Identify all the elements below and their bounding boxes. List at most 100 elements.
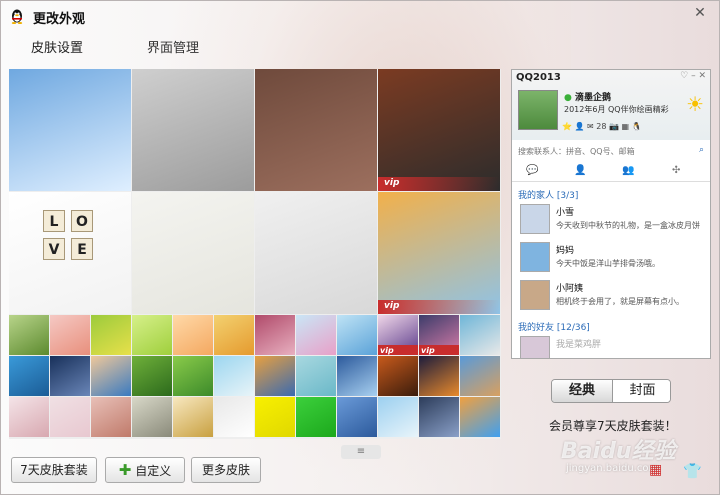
skin-thumb-small[interactable] [91,315,131,355]
close-button[interactable]: ✕ [689,4,711,22]
skin-thumb-small[interactable] [173,397,213,437]
skin-thumb-small[interactable] [9,315,49,355]
skin-thumb-small[interactable] [132,356,172,396]
skin-thumb-small[interactable] [460,397,500,437]
bottom-icons: ▦ 👕 [649,462,709,482]
skin-thumb-small[interactable] [296,356,336,396]
skin-thumb-small[interactable] [337,397,377,437]
skin-thumb-running-silhouettes[interactable] [132,69,254,191]
chat-tab-icon: 💬 [526,165,539,176]
tshirt-icon[interactable]: 👕 [683,462,702,480]
skin-thumb-small[interactable] [255,315,295,355]
letter-tile: V [43,238,65,260]
skin-thumb-sketch-girl[interactable] [132,192,254,314]
contact-item: 我是菜鸡胖 [520,336,706,358]
watermark-logo: Baidu经验 [561,439,676,464]
skin-thumb-small[interactable] [91,356,131,396]
skin-thumb-small[interactable] [9,356,49,396]
preview-avatar [518,90,558,130]
gift-icon[interactable]: ▦ [649,462,662,478]
skin-thumb-small[interactable] [255,356,295,396]
skin-thumb-small[interactable] [132,397,172,437]
preview-toolbar-icons: ⭐ 👤 ✉ 28 📷 ▦ 🐧 [562,122,642,131]
preview-tabs: 💬 👤 👥 ✣ [512,162,710,182]
skin-thumb-small[interactable] [296,315,336,355]
tab-skin-settings[interactable]: 皮肤设置 [31,37,83,61]
skin-thumb-small[interactable] [214,356,254,396]
preview-search-input: 搜索联系人：拼音、QQ号、邮箱 [518,147,635,156]
classic-mode-button[interactable]: 经典 [552,380,612,402]
preview-header: QQ2013 ♡ – ✕ ● 滴墨企鹅 2012年6月 QQ伴你绘画精彩 ⭐ 👤… [512,70,710,140]
skin-thumb-small[interactable] [337,315,377,355]
skin-thumb-love-tiles[interactable]: LOVE [9,192,131,314]
group-tab-icon: 👥 [622,165,635,176]
skin-preview: QQ2013 ♡ – ✕ ● 滴墨企鹅 2012年6月 QQ伴你绘画精彩 ⭐ 👤… [511,69,711,359]
preview-nickname: ● 滴墨企鹅 [564,93,612,103]
expand-handle[interactable]: ≡ [341,445,381,459]
custom-skin-button[interactable]: ✚ 自定义 [105,457,185,483]
skin-thumb-small[interactable] [50,397,90,437]
weather-sun-icon: ☀ [686,92,704,116]
skin-thumb-sky-clouds[interactable] [9,69,131,191]
search-icon: ⌕ [698,145,704,155]
group-friends: 我的好友 [12/36] [518,323,590,333]
watermark-url: jingyan.baidu.com [566,463,659,474]
custom-skin-label: 自定义 [135,464,172,478]
skin-thumb-small[interactable] [50,315,90,355]
skin-thumb-small[interactable] [378,397,418,437]
title-bar: 更改外观 ✕ [1,1,719,31]
contact-avatar [520,336,550,358]
skin-thumb-small[interactable] [50,356,90,396]
contact-message: 今天收到中秋节的礼物，是一盒冰皮月饼 [556,221,700,230]
skin-thumb-small[interactable] [91,397,131,437]
skin-suit-button[interactable]: 7天皮肤套装 [11,457,97,483]
contact-name: 妈妈 [556,246,575,256]
skin-thumb-small[interactable] [419,356,459,396]
skin-thumb-small[interactable] [214,397,254,437]
skin-thumb-coffee[interactable] [255,69,377,191]
cover-mode-button[interactable]: 封面 [612,380,670,402]
contact-name: 我是菜鸡胖 [556,340,602,350]
letter-tile: L [43,210,65,232]
more-skins-button[interactable]: 更多皮肤 [191,457,261,483]
skin-thumb-small[interactable]: vip [378,315,418,355]
qq-penguin-icon [11,9,23,24]
plus-icon: ✚ [118,461,132,479]
skin-thumb-small[interactable] [132,315,172,355]
skin-thumb-camera-photos[interactable]: vip [378,192,500,314]
contact-item: 小雪 今天收到中秋节的礼物，是一盒冰皮月饼 [520,204,706,238]
preview-title: QQ2013 [516,72,561,83]
skin-thumb-small[interactable] [419,397,459,437]
contact-avatar [520,242,550,272]
skin-thumb-small[interactable] [296,397,336,437]
contact-name: 小雪 [556,208,575,218]
tab-interface-management[interactable]: 界面管理 [147,37,199,61]
skin-thumb-small[interactable]: vip [419,315,459,355]
preview-window-controls: ♡ – ✕ [680,71,706,81]
display-mode-toggle: 经典 封面 [551,379,671,403]
online-status-icon: ● [564,93,572,103]
group-family: 我的家人 [3/3] [518,191,579,201]
skin-thumb-small[interactable] [255,397,295,437]
skin-thumb-small[interactable] [214,315,254,355]
vip-badge: vip [384,301,400,311]
contact-message: 今天中饭是洋山芋排骨汤哦。 [556,259,660,268]
skin-thumb-small[interactable] [460,356,500,396]
contact-avatar [520,204,550,234]
skin-thumb-leather-rivets[interactable]: vip [378,69,500,191]
skin-thumb-small[interactable] [337,356,377,396]
letter-tile: E [71,238,93,260]
contact-name: 小阿姨 [556,284,584,294]
contact-avatar [520,280,550,310]
contact-item: 小阿姨 相机终于会用了，就是屏幕有点小。 [520,280,706,314]
contact-message: 相机终于会用了，就是屏幕有点小。 [556,297,684,306]
skin-thumb-small[interactable] [173,315,213,355]
appearance-window: 更改外观 ✕ 皮肤设置 界面管理 vip L O V Evip vip vip ≡ 7天皮肤… [0,0,720,495]
skin-thumb-dandelion-couple[interactable] [255,192,377,314]
skin-thumb-small[interactable] [9,397,49,437]
skin-thumb-small[interactable] [460,315,500,355]
contact-item: 妈妈 今天中饭是洋山芋排骨汤哦。 [520,242,706,276]
contacts-tab-icon: 👤 [574,165,587,176]
skin-thumb-small[interactable] [173,356,213,396]
skin-thumb-small[interactable] [378,356,418,396]
